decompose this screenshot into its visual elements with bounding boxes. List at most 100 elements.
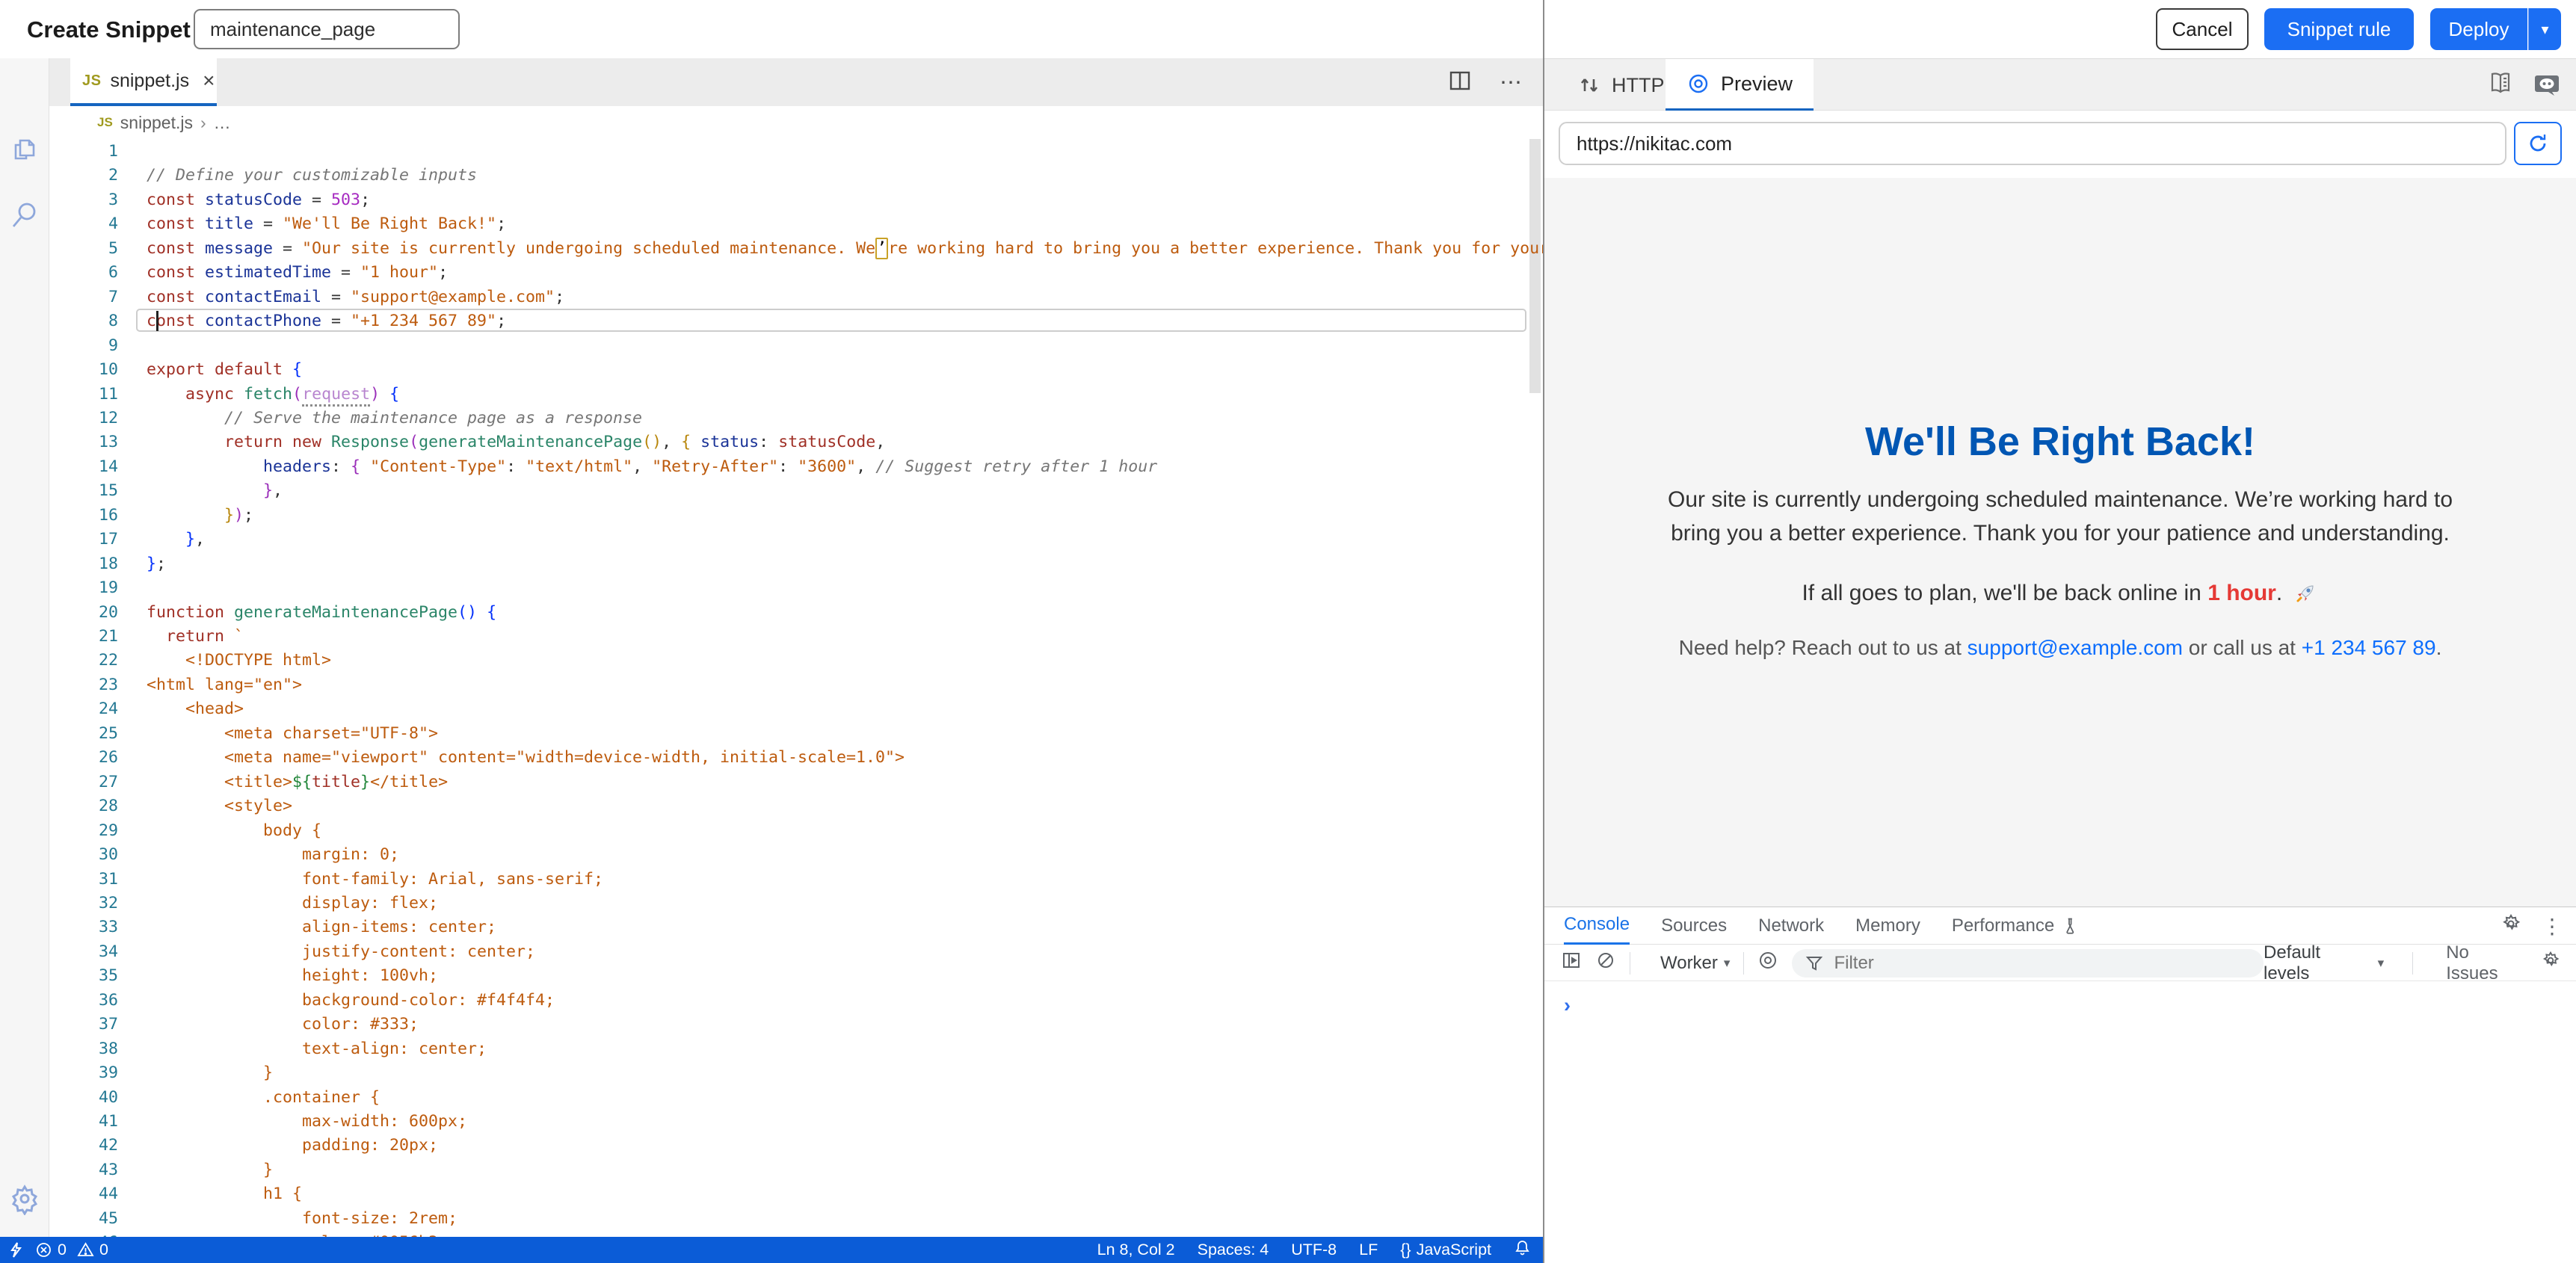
more-actions-icon[interactable]: ⋯ — [1500, 70, 1523, 96]
rocket-emoji — [2293, 580, 2319, 605]
filter-input[interactable] — [1834, 953, 2222, 974]
issues-counter[interactable]: No Issues — [2446, 942, 2525, 984]
code-line-29[interactable]: 29 body { — [49, 818, 1543, 843]
errors-indicator[interactable]: 0 — [35, 1241, 67, 1259]
language-mode[interactable]: {} JavaScript — [1400, 1241, 1491, 1259]
console-sidebar-toggle-icon[interactable] — [1561, 950, 1582, 976]
tab-memory[interactable]: Memory — [1855, 907, 1920, 945]
warnings-indicator[interactable]: 0 — [77, 1241, 108, 1259]
code-line-12[interactable]: 12 // Serve the maintenance page as a re… — [49, 406, 1543, 430]
snippet-rule-button[interactable]: Snippet rule — [2264, 8, 2414, 50]
code-line-46[interactable]: 46 color: #0056b3; — [49, 1230, 1543, 1237]
clear-console-icon[interactable] — [1595, 950, 1616, 976]
tab-network[interactable]: Network — [1758, 907, 1824, 945]
docs-book-icon[interactable] — [2486, 70, 2515, 102]
tab-performance[interactable]: Performance — [1952, 907, 2081, 945]
code-line-10[interactable]: 10export default { — [49, 357, 1543, 382]
maintenance-eta: If all goes to plan, we'll be back onlin… — [1544, 580, 2576, 606]
code-line-5[interactable]: 5const message = "Our site is currently … — [49, 236, 1543, 261]
discord-icon[interactable] — [2533, 70, 2561, 102]
files-icon[interactable] — [8, 133, 41, 166]
code-line-36[interactable]: 36 background-color: #f4f4f4; — [49, 988, 1543, 1013]
code-line-21[interactable]: 21 return ` — [49, 624, 1543, 649]
code-line-3[interactable]: 3const statusCode = 503; — [49, 188, 1543, 212]
console-settings-gear-icon[interactable] — [2540, 950, 2561, 976]
devtools-tabs: Console Sources Network Memory Performan… — [1544, 907, 2576, 945]
code-line-14[interactable]: 14 headers: { "Content-Type": "text/html… — [49, 454, 1543, 479]
code-line-22[interactable]: 22 <!DOCTYPE html> — [49, 648, 1543, 673]
code-line-42[interactable]: 42 padding: 20px; — [49, 1133, 1543, 1158]
code-line-38[interactable]: 38 text-align: center; — [49, 1037, 1543, 1061]
log-levels-dropdown[interactable]: Default levels▾ — [2264, 942, 2384, 984]
cancel-button[interactable]: Cancel — [2156, 8, 2249, 50]
search-icon[interactable] — [8, 199, 41, 232]
console-filter[interactable] — [1792, 949, 2264, 978]
code-line-27[interactable]: 27 <title>${title}</title> — [49, 770, 1543, 794]
code-line-13[interactable]: 13 return new Response(generateMaintenan… — [49, 430, 1543, 454]
code-line-18[interactable]: 18}; — [49, 552, 1543, 576]
devtools-settings-gear-icon[interactable] — [2500, 912, 2522, 940]
indentation[interactable]: Spaces: 4 — [1198, 1241, 1269, 1259]
code-line-8[interactable]: 8const contactPhone = "+1 234 567 89"; — [49, 309, 1543, 333]
split-editor-icon[interactable] — [1447, 68, 1473, 97]
code-line-41[interactable]: 41 max-width: 600px; — [49, 1109, 1543, 1134]
code-line-11[interactable]: 11 async fetch(request) { — [49, 382, 1543, 407]
tab-snippet-js[interactable]: JS snippet.js × — [70, 58, 217, 106]
code-line-34[interactable]: 34 justify-content: center; — [49, 939, 1543, 964]
encoding[interactable]: UTF-8 — [1291, 1241, 1337, 1259]
code-line-32[interactable]: 32 display: flex; — [49, 891, 1543, 915]
code-line-45[interactable]: 45 font-size: 2rem; — [49, 1206, 1543, 1231]
code-line-20[interactable]: 20function generateMaintenancePage() { — [49, 600, 1543, 625]
code-line-19[interactable]: 19 — [49, 575, 1543, 600]
code-line-44[interactable]: 44 h1 { — [49, 1182, 1543, 1206]
code-line-6[interactable]: 6const estimatedTime = "1 hour"; — [49, 260, 1543, 285]
settings-gear-icon[interactable] — [8, 1182, 41, 1215]
code-line-33[interactable]: 33 align-items: center; — [49, 915, 1543, 939]
code-line-7[interactable]: 7const contactEmail = "support@example.c… — [49, 285, 1543, 309]
code-line-28[interactable]: 28 <style> — [49, 794, 1543, 818]
code-line-9[interactable]: 9 — [49, 333, 1543, 358]
tab-preview[interactable]: Preview — [1666, 59, 1814, 111]
devtools-kebab-icon[interactable]: ⋮ — [2542, 914, 2563, 939]
tab-close-icon[interactable]: × — [203, 70, 215, 91]
breadcrumb-file[interactable]: snippet.js — [120, 113, 193, 133]
code-line-31[interactable]: 31 font-family: Arial, sans-serif; — [49, 867, 1543, 892]
code-line-15[interactable]: 15 }, — [49, 478, 1543, 503]
tab-console[interactable]: Console — [1564, 907, 1630, 945]
code-line-2[interactable]: 2// Define your customizable inputs — [49, 163, 1543, 188]
cursor-position[interactable]: Ln 8, Col 2 — [1097, 1241, 1175, 1259]
context-selector[interactable]: Worker▾ — [1660, 953, 1730, 974]
refresh-button[interactable] — [2514, 122, 2562, 165]
tab-sources[interactable]: Sources — [1661, 907, 1727, 945]
deploy-dropdown-caret[interactable]: ▾ — [2528, 8, 2561, 50]
preview-url-input[interactable] — [1559, 122, 2506, 165]
code-line-4[interactable]: 4const title = "We'll Be Right Back!"; — [49, 211, 1543, 236]
deploy-button[interactable]: Deploy — [2430, 8, 2527, 50]
code-line-26[interactable]: 26 <meta name="viewport" content="width=… — [49, 745, 1543, 770]
code-editor[interactable]: 12// Define your customizable inputs3con… — [49, 139, 1543, 1237]
support-email-link[interactable]: support@example.com — [1968, 636, 2183, 659]
console-prompt[interactable]: › — [1564, 994, 1571, 1017]
code-line-16[interactable]: 16 }); — [49, 503, 1543, 528]
eol-sequence[interactable]: LF — [1359, 1241, 1378, 1259]
code-line-37[interactable]: 37 color: #333; — [49, 1012, 1543, 1037]
code-line-23[interactable]: 23<html lang="en"> — [49, 673, 1543, 697]
breadcrumb-symbol[interactable]: … — [214, 113, 231, 133]
page-header: Create Snippet — [0, 0, 1543, 58]
code-line-17[interactable]: 17 }, — [49, 527, 1543, 552]
code-line-30[interactable]: 30 margin: 0; — [49, 842, 1543, 867]
code-line-1[interactable]: 1 — [49, 139, 1543, 164]
code-line-35[interactable]: 35 height: 100vh; — [49, 963, 1543, 988]
code-line-40[interactable]: 40 .container { — [49, 1085, 1543, 1110]
code-line-24[interactable]: 24 <head> — [49, 697, 1543, 721]
notifications-bell-icon[interactable] — [1514, 1239, 1531, 1261]
code-line-43[interactable]: 43 } — [49, 1158, 1543, 1182]
snippet-name-input[interactable] — [194, 9, 460, 49]
beaker-icon — [2062, 916, 2081, 936]
remote-indicator-icon[interactable] — [7, 1241, 25, 1259]
text-cursor — [156, 311, 158, 331]
code-line-25[interactable]: 25 <meta charset="UTF-8"> — [49, 721, 1543, 746]
phone-link[interactable]: +1 234 567 89 — [2302, 636, 2436, 659]
live-expression-eye-icon[interactable] — [1757, 950, 1778, 976]
code-line-39[interactable]: 39 } — [49, 1060, 1543, 1085]
